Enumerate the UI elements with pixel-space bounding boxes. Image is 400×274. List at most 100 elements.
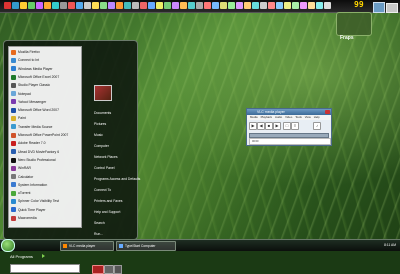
- start-menu-item[interactable]: Nero Studio Professional: [11, 157, 79, 164]
- start-menu-item[interactable]: Mozilla Firefox: [11, 49, 79, 56]
- power-button[interactable]: [92, 265, 104, 274]
- start-menu-right-item[interactable]: Printers and Faxes: [94, 199, 122, 203]
- launcher-icon[interactable]: [68, 2, 75, 9]
- launcher-icon[interactable]: [228, 2, 235, 9]
- vlc-menu-item[interactable]: View: [305, 115, 311, 119]
- start-menu-right-item[interactable]: Documents: [94, 111, 111, 115]
- vlc-menu-item[interactable]: Help: [314, 115, 320, 119]
- start-menu-item[interactable]: Notepad: [11, 91, 79, 98]
- vlc-menu-item[interactable]: Media: [250, 115, 258, 119]
- shutdown-options-button[interactable]: [114, 265, 122, 274]
- start-menu-right-item[interactable]: Control Panel: [94, 166, 115, 170]
- launcher-icon[interactable]: [156, 2, 163, 9]
- launcher-icon[interactable]: [164, 2, 171, 9]
- start-menu-item[interactable]: Microsoft Office Word 2007: [11, 107, 79, 114]
- monitor-icon[interactable]: [373, 2, 385, 13]
- launcher-icon[interactable]: [92, 2, 99, 9]
- start-menu-right-item[interactable]: Music: [94, 133, 103, 137]
- launcher-icon[interactable]: [188, 2, 195, 9]
- printer-icon[interactable]: [386, 3, 398, 13]
- prev-button[interactable]: ◀: [257, 122, 265, 130]
- start-menu-right-item[interactable]: Network Places: [94, 155, 118, 159]
- launcher-icon[interactable]: [316, 2, 323, 9]
- volume-icon[interactable]: ♪: [313, 122, 321, 130]
- launcher-icon[interactable]: [308, 2, 315, 9]
- launcher-icon[interactable]: [196, 2, 203, 9]
- playlist-button[interactable]: ≡: [291, 122, 299, 130]
- start-menu-item[interactable]: Yahoo! Messenger: [11, 99, 79, 106]
- launcher-icon[interactable]: [52, 2, 59, 9]
- launcher-icon[interactable]: [324, 2, 331, 9]
- launcher-icon[interactable]: [36, 2, 43, 9]
- launcher-icon[interactable]: [268, 2, 275, 9]
- start-menu-item[interactable]: Spinner Color Visibility Test: [11, 198, 79, 205]
- launcher-icon[interactable]: [204, 2, 211, 9]
- start-menu-item[interactable]: Macromedia: [11, 215, 79, 222]
- fraps-gadget[interactable]: [336, 12, 372, 36]
- vlc-menu-item[interactable]: Tools: [295, 115, 302, 119]
- start-menu-right-item[interactable]: Search: [94, 221, 105, 225]
- launcher-icon[interactable]: [276, 2, 283, 9]
- launcher-icon[interactable]: [148, 2, 155, 9]
- close-icon[interactable]: [325, 110, 330, 114]
- launcher-icon[interactable]: [12, 2, 19, 9]
- vlc-menu-item[interactable]: Playback: [261, 115, 272, 119]
- launcher-icon[interactable]: [132, 2, 139, 9]
- all-programs-link[interactable]: All Programs: [10, 254, 33, 259]
- start-menu-item[interactable]: Paint: [11, 115, 79, 122]
- start-menu-item[interactable]: Microsoft Office Excel 2007: [11, 74, 79, 81]
- launcher-icon[interactable]: [44, 2, 51, 9]
- start-menu-item[interactable]: Connect to Int: [11, 57, 79, 64]
- start-button[interactable]: [1, 239, 15, 252]
- lock-button[interactable]: [104, 265, 114, 274]
- launcher-icon[interactable]: [212, 2, 219, 9]
- user-avatar[interactable]: [94, 85, 112, 101]
- launcher-icon[interactable]: [172, 2, 179, 9]
- launcher-icon[interactable]: [116, 2, 123, 9]
- launcher-icon[interactable]: [284, 2, 291, 9]
- start-menu-item[interactable]: Ulead DVD MovieFactory 6: [11, 149, 79, 156]
- start-menu-item[interactable]: WinRAR: [11, 165, 79, 172]
- next-button[interactable]: ▶: [273, 122, 281, 130]
- start-menu-item[interactable]: System Information: [11, 182, 79, 189]
- start-menu-item[interactable]: Microsoft Office PowerPoint 2007: [11, 132, 79, 139]
- vlc-menu-item[interactable]: Audio: [275, 115, 282, 119]
- launcher-icon[interactable]: [124, 2, 131, 9]
- stop-button[interactable]: ■: [265, 122, 273, 130]
- launcher-icon[interactable]: [28, 2, 35, 9]
- launcher-icon[interactable]: [108, 2, 115, 9]
- start-menu-item[interactable]: Adobe Reader 7.0: [11, 140, 79, 147]
- launcher-icon[interactable]: [236, 2, 243, 9]
- launcher-icon[interactable]: [84, 2, 91, 9]
- fullscreen-button[interactable]: □: [283, 122, 291, 130]
- start-menu-item[interactable]: Quick Time Player: [11, 207, 79, 214]
- start-menu-item[interactable]: Transfer Media Source: [11, 124, 79, 131]
- start-search-input[interactable]: [10, 264, 80, 273]
- start-menu-right-item[interactable]: Help and Support: [94, 210, 120, 214]
- launcher-icon[interactable]: [76, 2, 83, 9]
- start-menu-item[interactable]: Studio Player Classic: [11, 82, 79, 89]
- start-menu-right-item[interactable]: Connect To: [94, 188, 111, 192]
- launcher-icon[interactable]: [292, 2, 299, 9]
- start-menu-item[interactable]: Windows Media Player: [11, 66, 79, 73]
- play-button[interactable]: ▶: [249, 122, 257, 130]
- launcher-icon[interactable]: [220, 2, 227, 9]
- vlc-menu-item[interactable]: Video: [285, 115, 292, 119]
- launcher-icon[interactable]: [100, 2, 107, 9]
- start-menu-right-item[interactable]: Computer: [94, 144, 109, 148]
- launcher-icon[interactable]: [260, 2, 267, 9]
- start-menu-item[interactable]: Calculator: [11, 174, 79, 181]
- start-menu-right-item[interactable]: Programs Access and Defaults: [94, 177, 140, 181]
- launcher-icon[interactable]: [244, 2, 251, 9]
- launcher-icon[interactable]: [140, 2, 147, 9]
- launcher-icon[interactable]: [20, 2, 27, 9]
- launcher-icon[interactable]: [60, 2, 67, 9]
- launcher-icon[interactable]: [252, 2, 259, 9]
- start-menu-right-item[interactable]: Pictures: [94, 122, 106, 126]
- start-menu-item[interactable]: uTorrent: [11, 190, 79, 197]
- launcher-icon[interactable]: [300, 2, 307, 9]
- clock[interactable]: 8:11 AM: [384, 241, 396, 249]
- start-menu-right-item[interactable]: Run...: [94, 232, 103, 236]
- launcher-icon[interactable]: [180, 2, 187, 9]
- launcher-icon[interactable]: [4, 2, 11, 9]
